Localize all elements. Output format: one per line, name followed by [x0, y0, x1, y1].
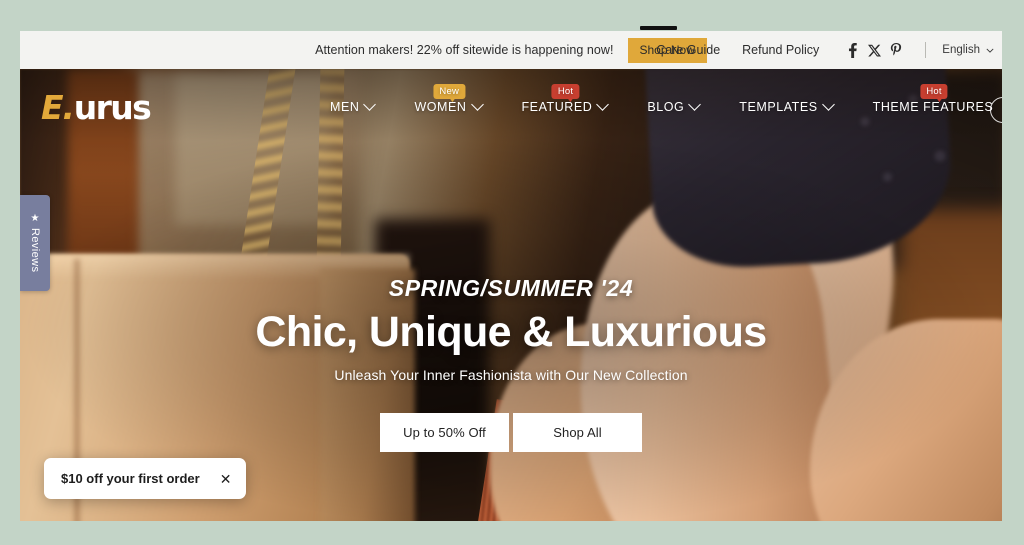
nav-label-theme-features: THEME FEATURES — [872, 100, 994, 114]
main-navigation-bar: E. urus MEN New WOMEN Hot FEATURED BLOG … — [20, 69, 1002, 145]
nav-item-women[interactable]: New WOMEN — [394, 84, 501, 114]
nav-item-featured[interactable]: Hot FEATURED — [502, 84, 628, 114]
nav-item-blog[interactable]: BLOG — [627, 97, 719, 114]
chevron-down-icon — [470, 97, 484, 111]
nav-badge-hot: Hot — [551, 84, 580, 103]
announcement-message: Attention makers! 22% off sitewide is ha… — [315, 43, 614, 57]
nav-item-theme-features[interactable]: Hot THEME FEATURES — [853, 84, 1002, 114]
link-refund-policy[interactable]: Refund Policy — [742, 43, 819, 57]
hero-section: E. urus MEN New WOMEN Hot FEATURED BLOG … — [20, 69, 1002, 521]
hero-title: Chic, Unique & Luxurious — [255, 308, 767, 356]
window-drag-handle[interactable] — [640, 26, 677, 30]
chevron-down-icon — [596, 97, 610, 111]
site-logo[interactable]: E. urus — [41, 87, 152, 127]
announcement-utility-group: Care Guide Refund Policy English — [656, 39, 994, 61]
hero-content: SPRING/SUMMER '24 Chic, Unique & Luxurio… — [20, 275, 1002, 452]
utility-divider — [925, 42, 927, 58]
link-care-guide[interactable]: Care Guide — [656, 43, 720, 57]
nav-badge-new: New — [433, 84, 466, 103]
nav-badge-hot-2: Hot — [920, 84, 948, 103]
facebook-icon[interactable] — [841, 39, 863, 61]
nav-label-templates: TEMPLATES — [739, 100, 818, 114]
offer-popup: $10 off your first order ✕ — [44, 458, 247, 499]
x-twitter-icon[interactable] — [863, 39, 885, 61]
hero-button-discount[interactable]: Up to 50% Off — [380, 412, 509, 452]
chevron-down-icon — [821, 97, 835, 111]
star-icon: ★ — [30, 212, 40, 224]
logo-accent: E. — [41, 87, 75, 127]
reviews-side-tab[interactable]: ★ Reviews — [20, 195, 50, 291]
chevron-down-icon — [363, 97, 377, 111]
hero-eyebrow: SPRING/SUMMER '24 — [388, 275, 634, 301]
chevron-down-icon — [688, 97, 702, 111]
language-selector[interactable]: English — [942, 44, 994, 56]
nav-item-men[interactable]: MEN — [310, 97, 394, 114]
logo-text: urus — [73, 87, 152, 127]
nav-label-women: WOMEN — [414, 100, 467, 114]
hero-subtitle: Unleash Your Inner Fashionista with Our … — [334, 366, 688, 383]
offer-popup-text: $10 off your first order — [61, 471, 200, 486]
reviews-tab-label: Reviews — [29, 227, 41, 273]
close-icon[interactable]: ✕ — [220, 472, 232, 486]
hero-button-shop-all[interactable]: Shop All — [513, 412, 642, 452]
nav-item-templates[interactable]: TEMPLATES — [719, 97, 852, 114]
nav-label-men: MEN — [330, 100, 360, 114]
nav-label-featured: FEATURED — [521, 100, 593, 114]
chevron-down-icon — [986, 48, 994, 53]
browser-page: Attention makers! 22% off sitewide is ha… — [20, 31, 1002, 521]
language-selected-value: English — [942, 44, 980, 56]
primary-nav: MEN New WOMEN Hot FEATURED BLOG TEMPLATE… — [310, 84, 1002, 114]
hero-cta-group: Up to 50% Off Shop All — [20, 412, 1002, 452]
pinterest-icon[interactable] — [885, 39, 907, 61]
announcement-bar: Attention makers! 22% off sitewide is ha… — [20, 31, 1002, 69]
nav-label-blog: BLOG — [647, 100, 685, 114]
